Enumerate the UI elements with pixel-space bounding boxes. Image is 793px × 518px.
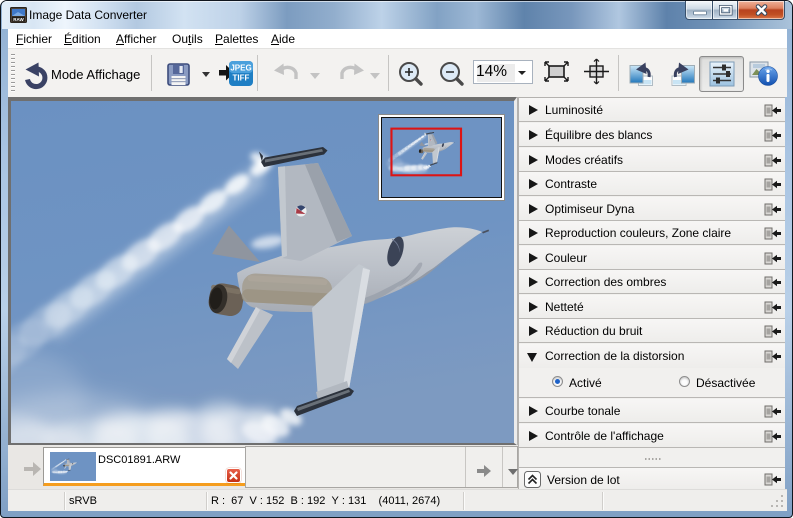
svg-text:TIFF: TIFF	[233, 74, 250, 83]
svg-text:JPEG: JPEG	[230, 64, 251, 73]
svg-text:RAW: RAW	[13, 17, 24, 22]
